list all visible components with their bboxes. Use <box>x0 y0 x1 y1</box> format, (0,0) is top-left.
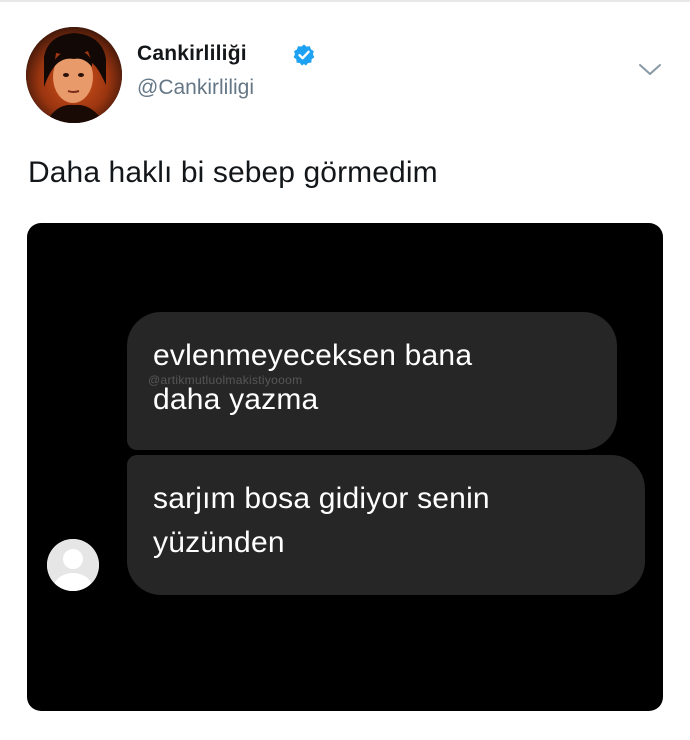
profile-avatar[interactable] <box>26 27 122 123</box>
message-line: sarjım bosa gidiyor senin <box>153 482 490 515</box>
message-bubble: sarjım bosa gidiyor senin yüzünden <box>127 455 645 595</box>
user-handle[interactable]: @Cankirliligi <box>137 76 254 100</box>
verified-badge-icon <box>293 44 315 66</box>
display-name[interactable]: Cankirliliği <box>137 42 247 66</box>
top-divider <box>0 0 690 2</box>
tweet-text: Daha haklı bi sebep görmedim <box>28 156 438 189</box>
message-line: evlenmeyeceksen bana <box>153 339 473 372</box>
chevron-down-icon[interactable] <box>636 60 664 80</box>
message-line: yüzünden <box>153 526 285 559</box>
tweet-media-image[interactable]: evlenmeyeceksen bana daha yazma @artikmu… <box>27 223 663 711</box>
profile-photo <box>26 27 122 123</box>
watermark: @artikmutluolmakistiyooom <box>148 373 303 387</box>
default-avatar-icon <box>47 539 99 591</box>
